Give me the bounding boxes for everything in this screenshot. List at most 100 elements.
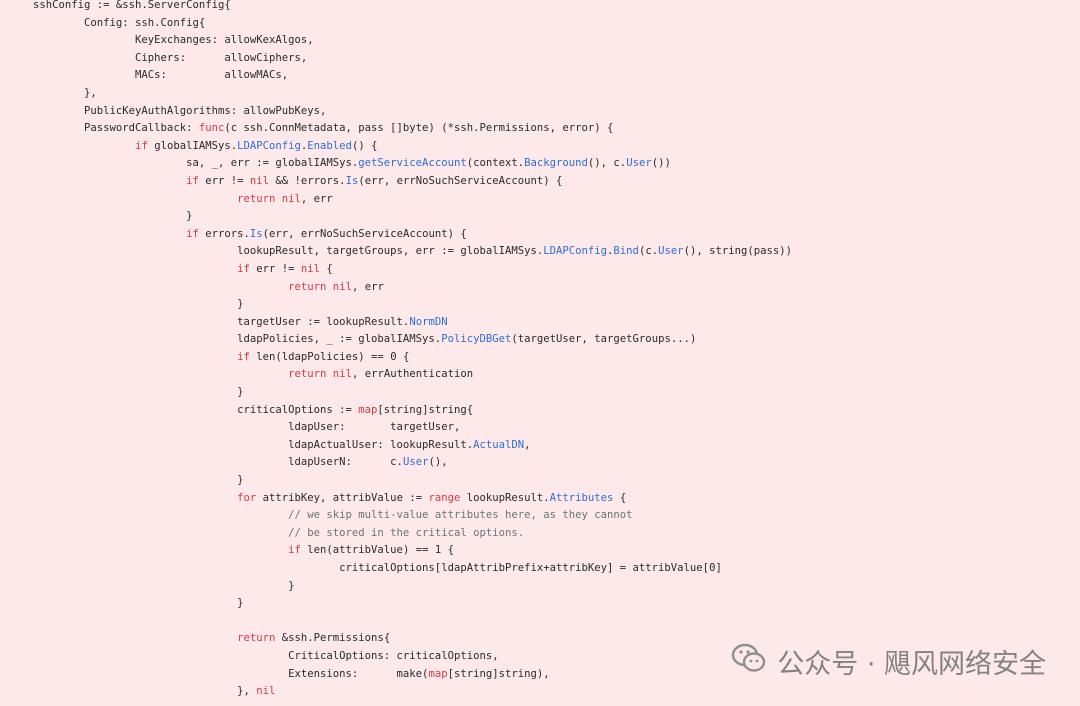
code-token: [string]string{ — [377, 403, 474, 416]
code-token: attribKey, attribValue := — [256, 491, 429, 504]
code-token: }, — [33, 685, 257, 698]
code-line: CriticalOptions: criticalOptions, — [33, 648, 792, 666]
code-token: } — [33, 298, 244, 311]
code-token: CriticalOptions: criticalOptions, — [33, 649, 499, 662]
code-token: err != — [249, 262, 301, 275]
code-token: } — [33, 579, 295, 592]
code-token: if — [186, 174, 199, 187]
code-line: // be stored in the critical options. — [33, 525, 792, 543]
code-token: Bind — [613, 245, 639, 258]
code-token: Background — [524, 157, 588, 170]
code-token: lookupResult, targetGroups, err := globa… — [33, 245, 544, 258]
code-line: return nil, err — [33, 279, 792, 297]
wechat-icon — [731, 642, 767, 681]
code-token: if — [237, 350, 250, 363]
code-token: len(attribValue) == 1 { — [300, 544, 454, 557]
code-token: getServiceAccount — [358, 157, 467, 170]
code-token: PolicyDBGet — [441, 333, 512, 346]
code-token: , — [524, 438, 531, 451]
code-line: PasswordCallback: func(c ssh.ConnMetadat… — [33, 120, 792, 138]
code-token: nil — [300, 262, 321, 275]
code-token: Extensions: make( — [33, 667, 429, 680]
code-token: nil — [256, 685, 276, 698]
code-token: ()) — [651, 157, 671, 170]
code-line: MACs: allowMACs, — [33, 67, 792, 85]
code-token: } — [33, 597, 244, 610]
code-token: (), — [428, 456, 448, 469]
code-line: lookupResult, targetGroups, err := globa… — [33, 243, 792, 261]
code-line: return nil, err — [33, 191, 792, 209]
code-line: Ciphers: allowCiphers, — [33, 50, 792, 68]
code-token: ldapPolicies, _ := globalIAMSys. — [33, 333, 442, 346]
code-line: if len(ldapPolicies) == 0 { — [33, 349, 792, 367]
code-line: if len(attribValue) == 1 { — [33, 542, 792, 560]
code-token: func — [198, 122, 225, 135]
code-token: Enabled — [307, 139, 352, 152]
code-token: ldapUser: targetUser, — [33, 421, 461, 434]
code-line: targetUser := lookupResult.NormDN — [33, 314, 792, 332]
code-line: ldapUser: targetUser, — [33, 419, 792, 437]
code-token: sa, _, err := globalIAMSys. — [33, 157, 359, 170]
code-token: targetUser := lookupResult. — [33, 315, 410, 328]
code-token: map — [358, 403, 378, 416]
code-token: Ciphers: allowCiphers, — [33, 51, 308, 64]
code-line: }, — [33, 85, 792, 103]
code-token: } — [33, 210, 193, 223]
code-token: } — [33, 474, 244, 487]
code-line: if err != nil { — [33, 261, 792, 279]
code-line: Extensions: make(map[string]string), — [33, 666, 792, 684]
code-token: , errAuthentication — [351, 368, 474, 381]
code-token: Is — [345, 174, 359, 187]
code-token: { — [320, 262, 333, 275]
code-line: KeyExchanges: allowKexAlgos, — [33, 32, 792, 50]
code-block: sshConfig := &ssh.ServerConfig{ Config: … — [33, 0, 792, 701]
code-line: if errors.Is(err, errNoSuchServiceAccoun… — [33, 226, 792, 244]
code-token: ldapActualUser: lookupResult. — [33, 438, 474, 451]
code-token: (c. — [638, 245, 659, 258]
code-token: map — [428, 667, 448, 680]
code-token: sshConfig := &ssh.ServerConfig{ — [33, 0, 231, 11]
code-token: }, — [33, 86, 97, 99]
watermark: 公众号 · 飓风网络安全 — [731, 642, 1046, 681]
code-token: len(ldapPolicies) == 0 { — [249, 350, 410, 363]
code-token: (c ssh.ConnMetadata, pass []byte) (*ssh.… — [224, 122, 614, 135]
code-line: }, nil — [33, 683, 792, 701]
code-token: nil — [332, 280, 352, 293]
code-token: // we skip multi-value attributes here, … — [288, 509, 633, 522]
watermark-label: 公众号 · 飓风网络安全 — [777, 649, 1046, 680]
code-token: { — [613, 491, 627, 504]
code-token: User — [658, 245, 684, 258]
code-line: for attribKey, attribValue := range look… — [33, 490, 792, 508]
code-line: criticalOptions := map[string]string{ — [33, 402, 792, 420]
code-token: NormDN — [409, 315, 448, 328]
code-token: LDAPConfig — [237, 139, 301, 152]
code-line: return nil, errAuthentication — [33, 366, 792, 384]
code-token: nil — [332, 368, 352, 381]
code-line: if err != nil && !errors.Is(err, errNoSu… — [33, 173, 792, 191]
code-line: } — [33, 472, 792, 490]
code-token: if — [237, 262, 250, 275]
code-line: } — [33, 296, 792, 314]
code-line: ldapActualUser: lookupResult.ActualDN, — [33, 437, 792, 455]
code-token: ActualDN — [473, 438, 525, 451]
code-token: Config: ssh.Config{ — [33, 16, 206, 29]
code-line: Config: ssh.Config{ — [33, 15, 792, 33]
code-token: (err, errNoSuchServiceAccount) { — [358, 174, 563, 187]
code-line: // we skip multi-value attributes here, … — [33, 507, 792, 525]
code-line: sshConfig := &ssh.ServerConfig{ — [33, 0, 792, 15]
code-token: globalIAMSys. — [147, 139, 238, 152]
code-line: } — [33, 384, 792, 402]
code-line: criticalOptions[ldapAttribPrefix+attribK… — [33, 560, 792, 578]
code-token: nil — [281, 192, 301, 205]
code-token: PasswordCallback: — [33, 122, 199, 135]
code-token: } — [33, 386, 244, 399]
